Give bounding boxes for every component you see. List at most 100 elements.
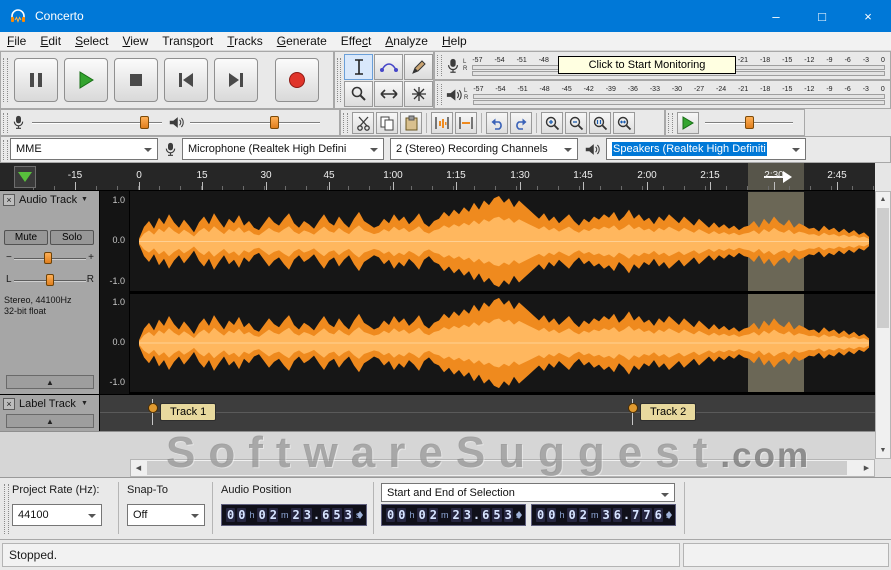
audio-track-panel[interactable]: × Audio Track ▼ Mute Solo − + L R Stereo… [0,191,100,394]
scroll-up-arrow[interactable]: ▲ [876,192,890,207]
zoom-selection-button[interactable] [589,112,611,134]
toolbar-grip[interactable] [3,113,8,133]
slider-thumb[interactable] [270,116,279,129]
label-text[interactable]: Track 2 [640,403,696,421]
maximize-button[interactable]: □ [799,0,845,32]
skip-to-end-button[interactable] [214,58,258,102]
gain-slider[interactable]: − + [2,251,98,266]
redo-button[interactable] [510,112,532,134]
zoom-out-button[interactable] [565,112,587,134]
track-close-button[interactable]: × [3,398,15,410]
cut-button[interactable] [352,112,374,134]
track-title[interactable]: Audio Track [19,194,77,206]
recording-channels-select[interactable]: 2 (Stereo) Recording Channels [390,138,578,160]
menu-item-file[interactable]: File [0,34,33,48]
vertical-ruler[interactable]: 1.0 0.0 -1.0 1.0 0.0 -1.0 [100,191,130,394]
scrollbar-thumb[interactable] [877,208,889,328]
play-button[interactable] [64,58,108,102]
time-display-spinner[interactable] [664,508,673,522]
track-menu-caret-icon[interactable]: ▼ [81,196,88,203]
menu-item-effect[interactable]: Effect [334,34,378,48]
draw-tool-button[interactable] [404,54,433,80]
horizontal-scrollbar[interactable]: ◀ ▶ [130,459,875,477]
monitoring-tooltip[interactable]: Click to Start Monitoring [558,56,736,74]
playback-meter-toolbar[interactable]: L R -57-54-51-48-45-42-39-36-33-30-27-24… [434,80,891,109]
menu-item-help[interactable]: Help [435,34,474,48]
toolbar-grip[interactable] [3,140,8,160]
pinned-playhead-button[interactable] [14,166,36,188]
stop-button[interactable] [114,58,158,102]
minimize-button[interactable]: – [753,0,799,32]
scrollbar-thumb[interactable] [147,461,847,475]
vertical-scrollbar[interactable]: ▲ ▼ [875,191,891,459]
menu-item-transport[interactable]: Transport [155,34,220,48]
mute-button[interactable]: Mute [4,230,48,245]
scroll-down-arrow[interactable]: ▼ [876,443,890,458]
playback-device-select[interactable]: Speakers (Realtek High Definiti [606,138,806,160]
menu-item-generate[interactable]: Generate [270,34,334,48]
solo-button[interactable]: Solo [50,230,94,245]
record-button[interactable] [275,58,319,102]
undo-button[interactable] [486,112,508,134]
envelope-tool-button[interactable] [374,54,403,80]
timeline-ruler[interactable]: -1501530451:001:151:301:452:002:152:302:… [0,163,875,191]
toolbar-grip[interactable] [4,484,9,534]
paste-button[interactable] [400,112,422,134]
zoom-fit-button[interactable] [613,112,635,134]
toolbar-grip[interactable] [3,58,8,103]
project-rate-select[interactable]: 44100 [12,504,102,526]
track-collapse-button[interactable]: ▲ [6,375,94,389]
play-at-speed-button[interactable] [677,112,699,134]
zoom-in-button[interactable] [541,112,563,134]
label-flag-icon[interactable] [632,399,633,425]
label-text[interactable]: Track 1 [160,403,216,421]
recording-device-select[interactable]: Microphone (Realtek High Defini [182,138,384,160]
pause-button[interactable] [14,58,58,102]
waveform-canvas[interactable] [130,191,875,394]
menu-item-view[interactable]: View [115,34,155,48]
scroll-right-arrow[interactable]: ▶ [859,460,874,476]
copy-button[interactable] [376,112,398,134]
time-display-spinner[interactable] [514,508,523,522]
zoom-tool-button[interactable] [344,81,373,107]
slider-thumb[interactable] [44,252,52,264]
toolbar-grip[interactable] [337,58,341,103]
track-collapse-button[interactable]: ▲ [6,414,94,428]
track-close-button[interactable]: × [3,194,15,206]
playback-speed-slider[interactable] [705,114,793,132]
track-title[interactable]: Label Track [19,398,76,410]
selection-end-display[interactable]: 00h02m36.776s [531,504,676,526]
menu-item-analyze[interactable]: Analyze [378,34,435,48]
toolbar-grip[interactable] [343,113,348,133]
label-track-panel[interactable]: × Label Track ▼ ▲ [0,394,100,431]
selection-tool-button[interactable] [344,54,373,80]
skip-to-start-button[interactable] [164,58,208,102]
audio-position-display[interactable]: 00h02m23.653s [221,504,367,526]
trim-audio-button[interactable] [431,112,453,134]
slider-thumb[interactable] [140,116,149,129]
label-flag-icon[interactable] [152,399,153,425]
selection-mode-select[interactable]: Start and End of Selection [381,483,675,502]
menu-item-select[interactable]: Select [68,34,115,48]
playback-meter[interactable]: -57-54-51-48-45-42-39-36-33-30-27-24-21-… [470,81,890,108]
slider-thumb[interactable] [46,274,54,286]
slider-thumb[interactable] [745,116,754,129]
host-select[interactable]: MME [10,138,158,160]
menu-item-tracks[interactable]: Tracks [220,34,270,48]
playback-volume-slider[interactable] [190,114,320,132]
toolbar-grip[interactable] [437,84,442,106]
time-display-spinner[interactable] [355,508,364,522]
timeshift-tool-button[interactable] [374,81,403,107]
pan-slider[interactable]: L R [2,273,98,288]
track-menu-caret-icon[interactable]: ▼ [81,400,88,407]
selection-start-display[interactable]: 00h02m23.653s [381,504,526,526]
toolbar-grip[interactable] [668,113,673,133]
multi-tool-button[interactable] [404,81,433,107]
snap-to-select[interactable]: Off [127,504,205,526]
label-track-canvas[interactable]: Track 1 Track 2 [100,394,875,431]
close-button[interactable]: × [845,0,891,32]
menu-item-edit[interactable]: Edit [33,34,68,48]
silence-audio-button[interactable] [455,112,477,134]
toolbar-grip[interactable] [437,55,442,77]
recording-volume-slider[interactable] [32,114,162,132]
